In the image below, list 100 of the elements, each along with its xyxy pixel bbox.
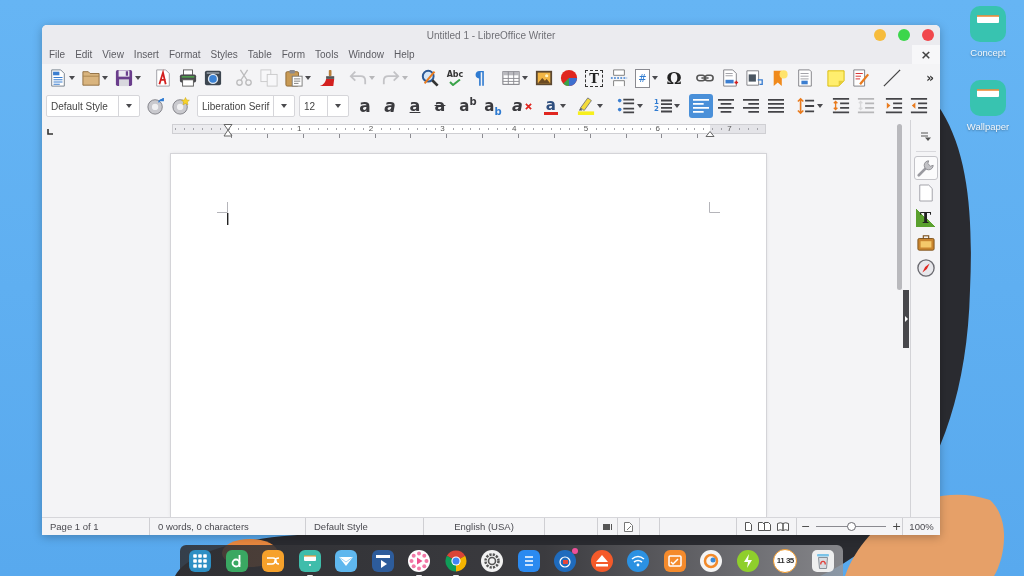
settings-icon <box>481 549 504 572</box>
dock-app-button[interactable] <box>481 549 504 572</box>
dock-app-button[interactable] <box>262 549 285 572</box>
single-page-view-button[interactable] <box>744 522 752 531</box>
underline-button[interactable]: a <box>403 94 427 118</box>
zoom-out-button[interactable]: − <box>801 521 810 532</box>
menu-item[interactable]: File <box>44 46 71 63</box>
style-update-icon <box>147 97 165 115</box>
italic-button[interactable]: a <box>378 94 402 118</box>
dock-app-button[interactable] <box>554 549 577 572</box>
margin-corner-icon <box>709 202 720 213</box>
dock-app-button[interactable] <box>700 549 723 572</box>
menu-item[interactable]: Window <box>343 46 389 63</box>
store-app-icon <box>225 549 248 572</box>
bold-button[interactable]: a <box>353 94 377 118</box>
sticky-note-icon <box>827 69 845 87</box>
spelling-button[interactable]: Abc <box>443 66 467 90</box>
list-lines-icon <box>660 98 672 114</box>
document-app-icon <box>517 549 540 572</box>
menu-item[interactable]: Styles <box>205 46 243 63</box>
sidebar-menu-button[interactable] <box>918 130 933 142</box>
zoom-in-button[interactable]: + <box>892 521 901 532</box>
dock-app-button[interactable] <box>298 549 321 572</box>
printer-icon <box>179 69 197 87</box>
indent-marker-icon[interactable] <box>222 124 233 137</box>
wifi-icon <box>627 549 650 572</box>
compass-icon <box>916 259 935 277</box>
tab-stop-icon[interactable] <box>47 129 53 135</box>
properties-tab[interactable] <box>913 156 938 180</box>
lightning-icon <box>736 549 759 572</box>
font-color-button[interactable]: a <box>538 94 571 118</box>
caret-icon <box>335 104 341 108</box>
dock-app-button[interactable] <box>189 549 211 572</box>
search-icon <box>421 69 439 87</box>
notes-app-icon <box>970 80 1006 116</box>
menu-item[interactable]: Format <box>163 46 206 63</box>
close-document-button[interactable]: × <box>912 45 940 64</box>
menu-item[interactable]: Form <box>276 46 311 63</box>
page-count: Page 1 of 1 <box>50 521 99 532</box>
record-app-icon <box>554 549 577 572</box>
font-name-dropdown[interactable]: Liberation Serif <box>197 95 295 117</box>
book-view-icon <box>776 522 789 531</box>
eject-icon <box>590 549 613 572</box>
menu-item[interactable]: Help <box>388 46 420 63</box>
decrease-indent-icon <box>909 97 928 115</box>
font-size-dropdown[interactable]: 12 <box>299 95 349 117</box>
menu-item[interactable]: View <box>97 46 129 63</box>
dock-app-button[interactable] <box>627 549 650 572</box>
page-style-label: Default Style <box>314 521 368 532</box>
ruler-number: 2 <box>367 125 375 133</box>
dock-app-button[interactable] <box>444 549 467 572</box>
scrollbar-thumb[interactable] <box>896 124 902 290</box>
paragraph-spacing-icon <box>856 97 875 115</box>
ruler-number: 7 <box>725 125 733 133</box>
indent-marker-icon[interactable] <box>704 131 715 137</box>
strikethrough-button[interactable]: a <box>428 94 452 118</box>
clock-app-button[interactable]: 11 35 <box>773 548 798 573</box>
gallery-icon <box>916 234 935 252</box>
app-grid-icon <box>189 549 211 572</box>
dock-app-button[interactable] <box>408 549 431 572</box>
ruler-number: 3 <box>439 125 447 133</box>
page-break-icon <box>610 69 628 87</box>
subscript-button[interactable]: a$_{b}$ <box>481 94 505 118</box>
swirl-app-icon <box>262 549 285 572</box>
pdf-document-icon <box>154 69 172 87</box>
dock-app-button[interactable] <box>663 549 686 572</box>
align-center-icon <box>716 98 735 114</box>
special-character-button[interactable]: Ω <box>662 66 686 90</box>
dock-app-button[interactable] <box>517 549 540 572</box>
menu-item[interactable]: Tools <box>310 46 344 63</box>
notes-app-icon <box>298 549 321 572</box>
zoom-slider-thumb[interactable] <box>846 522 856 531</box>
paragraph-style-dropdown[interactable]: Default Style <box>46 95 140 117</box>
zoom-percent: 100% <box>909 521 934 532</box>
dock-app-button[interactable] <box>335 549 358 572</box>
line-icon <box>883 69 901 87</box>
redo-arrow-icon <box>382 69 400 87</box>
dock-app-button[interactable] <box>371 549 394 572</box>
formatting-marks-button[interactable]: ¶ <box>468 66 492 90</box>
dock-app-button[interactable] <box>590 549 613 572</box>
dock-app-button[interactable] <box>225 549 248 572</box>
menu-item[interactable]: Insert <box>128 46 164 63</box>
menu-item[interactable]: Edit <box>70 46 98 63</box>
superscript-button[interactable]: a$^{b}$ <box>456 94 480 118</box>
page-icon <box>917 184 934 202</box>
pie-chart-icon <box>560 69 578 87</box>
print-preview-icon <box>204 69 222 87</box>
menu-item[interactable]: Table <box>242 46 277 63</box>
window-control-button[interactable] <box>922 29 934 41</box>
book-view-button[interactable] <box>776 522 789 531</box>
video-app-icon <box>371 549 394 572</box>
insert-field-button[interactable]: # <box>632 66 661 90</box>
justify-icon <box>766 98 785 114</box>
more-tools-button[interactable]: » <box>922 67 938 89</box>
align-right-icon <box>741 98 760 114</box>
folder-icon <box>82 69 100 87</box>
clear-formatting-button[interactable]: a <box>509 94 535 118</box>
multi-page-view-button[interactable] <box>757 522 771 531</box>
increase-indent-icon <box>884 97 903 115</box>
sidebar-collapse-handle[interactable] <box>903 290 909 348</box>
